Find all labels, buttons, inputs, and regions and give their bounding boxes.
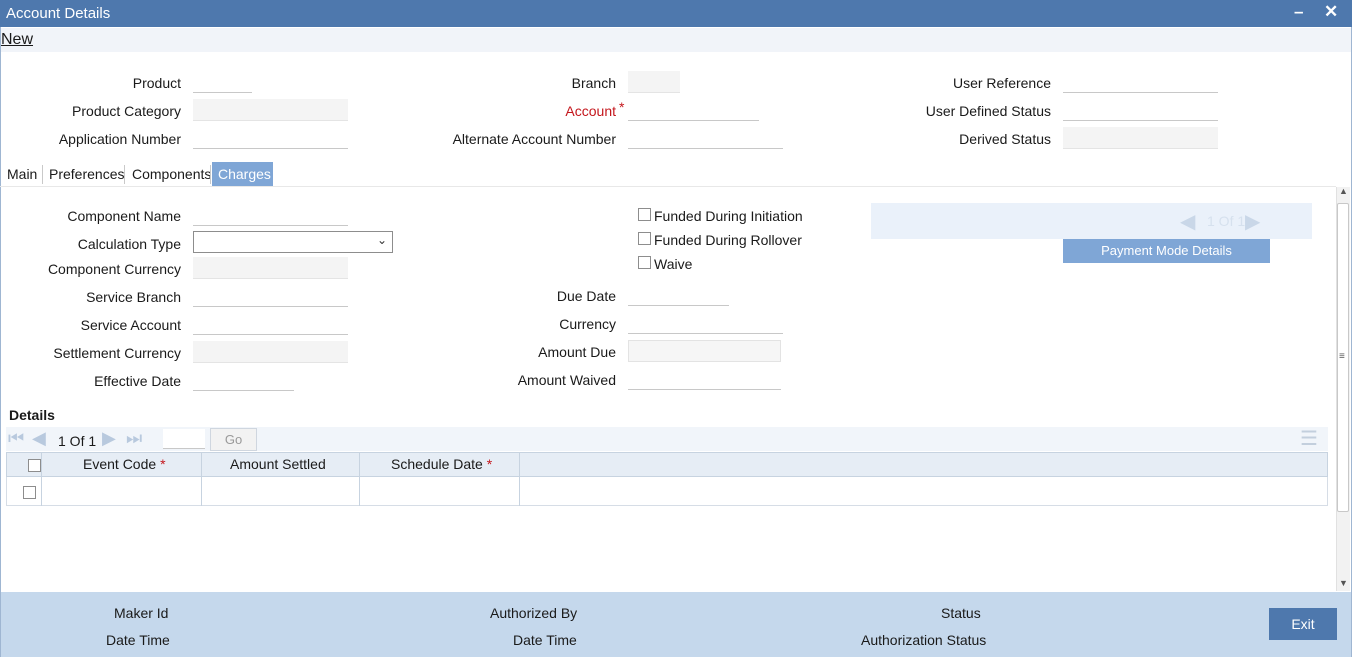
- waive-checkbox[interactable]: [638, 256, 651, 269]
- user-reference-field[interactable]: [1063, 71, 1218, 93]
- tab-charges[interactable]: Charges: [212, 162, 273, 186]
- service-branch-field[interactable]: [193, 285, 348, 307]
- user-defined-status-label: User Defined Status: [925, 103, 1051, 119]
- alternate-account-number-field[interactable]: [628, 127, 783, 149]
- service-branch-label: Service Branch: [86, 289, 181, 305]
- exit-button[interactable]: Exit: [1269, 608, 1337, 640]
- effective-date-label: Effective Date: [94, 373, 181, 389]
- window-title: Account Details: [6, 5, 111, 22]
- calculation-type-label: Calculation Type: [77, 236, 181, 252]
- column-divider: [359, 477, 360, 506]
- last-page-icon[interactable]: ⏭: [126, 428, 142, 449]
- product-label: Product: [132, 75, 181, 91]
- chevron-down-icon: ⌄: [376, 233, 387, 247]
- event-code-header[interactable]: Event Code *: [83, 456, 166, 472]
- page-number-input[interactable]: [163, 429, 205, 449]
- amount-settled-header[interactable]: Amount Settled: [230, 456, 326, 472]
- minimize-icon[interactable]: –: [1294, 2, 1303, 22]
- scroll-down-icon[interactable]: ▼: [1339, 578, 1348, 588]
- amount-waived-label: Amount Waived: [517, 372, 616, 388]
- amount-due-label: Amount Due: [538, 344, 616, 360]
- date-time-label: Date Time: [106, 632, 170, 648]
- tab-divider: [0, 186, 1336, 187]
- maker-id-label: Maker Id: [114, 605, 169, 621]
- row-select-checkbox[interactable]: [23, 486, 36, 499]
- service-account-label: Service Account: [80, 317, 181, 333]
- table-row[interactable]: [6, 477, 1328, 506]
- scroll-grip-icon: ≡: [1339, 351, 1345, 362]
- funded-during-rollover-label: Funded During Rollover: [654, 232, 802, 248]
- next-page-icon[interactable]: ▶: [102, 428, 116, 449]
- authorization-status-label: Authorization Status: [861, 632, 987, 648]
- previous-page-icon[interactable]: ◀: [32, 428, 46, 449]
- schedule-date-header[interactable]: Schedule Date *: [391, 456, 492, 472]
- details-title: Details: [9, 407, 55, 423]
- derived-status-field[interactable]: [1063, 127, 1218, 149]
- component-currency-label: Component Currency: [47, 261, 181, 277]
- service-account-field[interactable]: [193, 313, 348, 335]
- grid-pager-text: 1 Of 1: [58, 433, 97, 449]
- checker-date-time-label: Date Time: [513, 632, 577, 648]
- effective-date-field[interactable]: [193, 369, 294, 391]
- branch-field[interactable]: [628, 71, 680, 93]
- user-reference-label: User Reference: [952, 75, 1051, 91]
- window-titlebar: Account Details – ✕: [0, 0, 1352, 27]
- application-number-label: Application Number: [58, 131, 181, 147]
- alternate-account-number-label: Alternate Account Number: [452, 131, 616, 147]
- next-record-icon[interactable]: ▶: [1245, 209, 1260, 234]
- settlement-currency-field[interactable]: [193, 341, 348, 363]
- status-label: Status: [941, 605, 981, 621]
- column-divider: [201, 477, 202, 506]
- product-category-field[interactable]: [193, 99, 348, 121]
- column-divider: [41, 477, 42, 506]
- amount-due-field[interactable]: [628, 340, 781, 362]
- close-icon[interactable]: ✕: [1324, 2, 1338, 22]
- funded-during-initiation-checkbox[interactable]: [638, 208, 651, 221]
- grid-header-row: [6, 452, 1328, 477]
- product-category-label: Product Category: [72, 103, 181, 119]
- menu-bar: [1, 28, 1351, 52]
- account-field[interactable]: [628, 99, 759, 121]
- derived-status-label: Derived Status: [959, 131, 1051, 147]
- user-defined-status-field[interactable]: [1063, 99, 1218, 121]
- select-all-checkbox[interactable]: [28, 459, 41, 472]
- first-page-icon[interactable]: ⏮: [8, 428, 24, 449]
- component-currency-field[interactable]: [193, 257, 348, 279]
- settlement-currency-label: Settlement Currency: [53, 345, 181, 361]
- tab-components[interactable]: Components: [126, 162, 217, 186]
- currency-field[interactable]: [628, 312, 783, 334]
- column-divider: [519, 477, 520, 506]
- new-menu-item[interactable]: New: [1, 31, 33, 49]
- go-button[interactable]: Go: [210, 428, 257, 451]
- scroll-up-icon[interactable]: ▲: [1339, 186, 1348, 196]
- component-name-field[interactable]: [193, 204, 348, 226]
- calculation-type-select[interactable]: ⌄: [193, 231, 393, 253]
- payment-mode-details-button[interactable]: Payment Mode Details: [1063, 239, 1270, 263]
- branch-label: Branch: [571, 75, 616, 91]
- currency-label: Currency: [559, 316, 616, 332]
- column-settings-icon[interactable]: ☰: [1300, 426, 1318, 451]
- account-label: Account: [565, 103, 616, 119]
- due-date-field[interactable]: [628, 284, 729, 306]
- waive-label: Waive: [654, 256, 693, 272]
- record-pager-text: 1 Of 1: [1207, 213, 1246, 229]
- previous-record-icon[interactable]: ◀: [1180, 209, 1195, 234]
- tab-main[interactable]: Main: [1, 162, 43, 186]
- product-field[interactable]: [193, 71, 252, 93]
- authorized-by-label: Authorized By: [490, 605, 578, 621]
- tab-preferences[interactable]: Preferences: [43, 162, 130, 186]
- tab-separator: [124, 165, 125, 184]
- funded-during-initiation-label: Funded During Initiation: [654, 208, 803, 224]
- audit-footer: [1, 592, 1351, 657]
- component-name-label: Component Name: [67, 208, 181, 224]
- required-marker: *: [619, 99, 625, 115]
- due-date-label: Due Date: [556, 288, 616, 304]
- tab-separator: [210, 165, 211, 184]
- application-number-field[interactable]: [193, 127, 348, 149]
- funded-during-rollover-checkbox[interactable]: [638, 232, 651, 245]
- amount-waived-field[interactable]: [628, 368, 781, 390]
